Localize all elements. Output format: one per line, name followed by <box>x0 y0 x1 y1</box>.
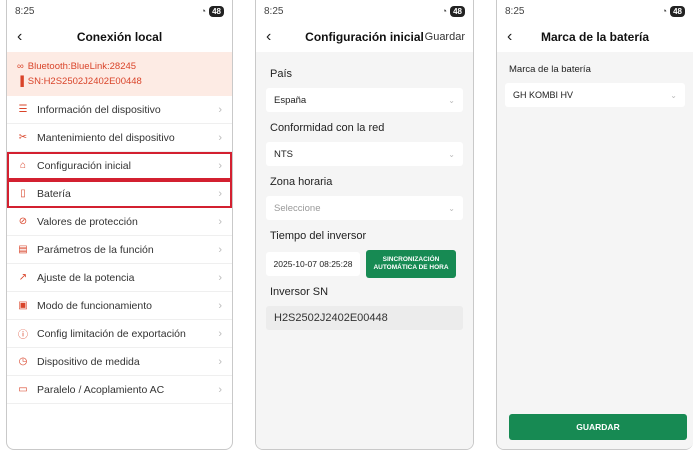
menu-item-label: Dispositivo de medida <box>37 355 140 368</box>
barcode-icon: ▐ <box>17 76 24 87</box>
screen-local-connection: 8:25 ◔ 48 ‹ Conexión local ∞ Bluetooth:Bl… <box>6 0 233 450</box>
bluetooth-label: Bluetooth:BlueLink:28245 <box>27 61 137 72</box>
chevron-down-icon: ⌄ <box>448 203 455 213</box>
status-bar: 8:25 ◔ 48 <box>7 0 232 22</box>
briefcase-icon: ▤ <box>18 244 28 255</box>
header: ‹ Marca de la batería <box>497 22 693 52</box>
signal-icon: ◔ <box>661 6 668 16</box>
menu-item-label: Mantenimiento del dispositivo <box>37 131 175 144</box>
chevron-right-icon: › <box>218 103 222 116</box>
chevron-down-icon: ⌄ <box>448 95 455 105</box>
protection-icon: ⊘ <box>18 216 28 227</box>
auto-sync-time-button[interactable]: SINCRONIZACIÓN AUTOMÁTICA DE HORA <box>366 250 456 278</box>
country-select[interactable]: España ⌄ <box>266 88 463 112</box>
inverter-sn-field: H2S2502J2402E00448 <box>266 306 463 330</box>
chart-icon: ↗ <box>18 272 28 283</box>
chevron-right-icon: › <box>218 187 222 200</box>
config-icon: ⌂ <box>19 160 27 171</box>
link-icon: ∞ <box>17 61 24 72</box>
battery-brand-form: Marca de la batería GH KOMBI HV ⌄ GUARDAR <box>497 52 693 449</box>
chevron-right-icon: › <box>218 327 222 340</box>
timezone-label: Zona horaria <box>270 176 333 188</box>
menu-item-label: Parámetros de la función <box>37 243 154 256</box>
menu-item-operation-mode[interactable]: ▣ Modo de funcionamiento › <box>7 292 232 320</box>
chevron-right-icon: › <box>218 215 222 228</box>
chevron-right-icon: › <box>218 355 222 368</box>
menu-item-label: Config limitación de exportación <box>37 327 186 340</box>
menu-item-battery[interactable]: ▯ Batería › <box>7 180 232 208</box>
chevron-right-icon: › <box>218 159 222 172</box>
status-time: 8:25 <box>15 5 35 17</box>
battery-brand-value: GH KOMBI HV <box>513 90 574 100</box>
menu-item-label: Configuración inicial <box>37 159 131 172</box>
back-arrow-icon[interactable]: ‹ <box>266 28 286 46</box>
battery-menu-icon: ▯ <box>20 188 26 199</box>
chevron-right-icon: › <box>218 299 222 312</box>
timezone-select[interactable]: Seleccione ⌄ <box>266 196 463 220</box>
save-link[interactable]: Guardar <box>425 31 465 43</box>
alert-icon: ⓘ <box>18 330 28 341</box>
info-doc-icon: ☰ <box>18 104 28 115</box>
save-button[interactable]: GUARDAR <box>509 414 687 440</box>
mode-icon: ▣ <box>18 300 28 311</box>
menu-item-power-adjust[interactable]: ↗ Ajuste de la potencia › <box>7 264 232 292</box>
menu-item-protection[interactable]: ⊘ Valores de protección › <box>7 208 232 236</box>
screen-initial-config: 8:25 ◔ 48 ‹ Configuración inicial Guarda… <box>255 0 474 450</box>
menu-item-parallel[interactable]: ▭ Paralelo / Acoplamiento AC › <box>7 376 232 404</box>
tools-icon: ✂ <box>18 132 28 143</box>
battery-brand-select[interactable]: GH KOMBI HV ⌄ <box>505 83 685 107</box>
inverter-sn-label: Inversor SN <box>270 286 329 298</box>
chevron-right-icon: › <box>218 131 222 144</box>
signal-icon: ◔ <box>441 6 448 16</box>
chevron-down-icon: ⌄ <box>670 90 677 100</box>
menu-item-export-limit[interactable]: ⓘ Config limitación de exportación › <box>7 320 232 348</box>
chevron-down-icon: ⌄ <box>448 149 455 159</box>
page-title: Conexión local <box>76 30 163 44</box>
country-label: País <box>270 68 293 80</box>
status-time: 8:25 <box>264 5 284 17</box>
menu-list: ☰ Información del dispositivo › ✂ Mantenimi… <box>7 96 232 404</box>
chevron-right-icon: › <box>218 271 222 284</box>
menu-item-label: Ajuste de la potencia <box>37 271 135 284</box>
inverter-time-field[interactable]: 2025-10-07 08:25:28 <box>266 252 360 276</box>
connection-info: ∞ Bluetooth:BlueLink:28245 ▐ SN:H2S2502J24… <box>7 52 232 96</box>
back-arrow-icon[interactable]: ‹ <box>17 28 37 46</box>
menu-item-label: Batería <box>37 187 71 200</box>
back-arrow-icon[interactable]: ‹ <box>507 28 527 46</box>
battery-icon: 48 <box>209 5 224 17</box>
menu-item-device-info[interactable]: ☰ Información del dispositivo › <box>7 96 232 124</box>
inverter-time-label: Tiempo del inversor <box>270 230 367 242</box>
meter-icon: ◷ <box>18 356 28 367</box>
screen-battery-brand: 8:25 ◔ 48 ‹ Marca de la batería Marca de… <box>496 0 693 450</box>
chevron-right-icon: › <box>218 383 222 396</box>
menu-item-meter[interactable]: ◷ Dispositivo de medida › <box>7 348 232 376</box>
header: ‹ Conexión local <box>7 22 232 52</box>
grid-select[interactable]: NTS ⌄ <box>266 142 463 166</box>
country-value: España <box>274 94 307 106</box>
menu-item-initial-config[interactable]: ⌂ Configuración inicial › <box>7 152 232 180</box>
menu-item-label: Paralelo / Acoplamiento AC <box>37 383 165 396</box>
header: ‹ Configuración inicial Guardar <box>256 22 473 52</box>
battery-brand-label: Marca de la batería <box>509 64 591 75</box>
signal-icon: ◔ <box>200 6 207 16</box>
config-form: País España ⌄ Conformidad con la red NTS ⌄… <box>256 52 473 449</box>
menu-item-function-params[interactable]: ▤ Parámetros de la función › <box>7 236 232 264</box>
status-bar: 8:25 ◔ 48 <box>497 0 693 22</box>
status-bar: 8:25 ◔ 48 <box>256 0 473 22</box>
grid-label: Conformidad con la red <box>270 122 385 134</box>
menu-item-label: Información del dispositivo <box>37 103 161 116</box>
battery-icon: 48 <box>670 5 685 17</box>
battery-icon: 48 <box>450 5 465 17</box>
menu-item-label: Valores de protección <box>37 215 138 228</box>
timezone-placeholder: Seleccione <box>274 202 321 214</box>
serial-label: SN:H2S2502J2402E00448 <box>27 76 142 87</box>
menu-item-label: Modo de funcionamiento <box>37 299 152 312</box>
status-time: 8:25 <box>505 5 525 17</box>
grid-value: NTS <box>274 148 293 160</box>
chevron-right-icon: › <box>218 243 222 256</box>
menu-item-maintenance[interactable]: ✂ Mantenimiento del dispositivo › <box>7 124 232 152</box>
parallel-icon: ▭ <box>18 384 28 395</box>
